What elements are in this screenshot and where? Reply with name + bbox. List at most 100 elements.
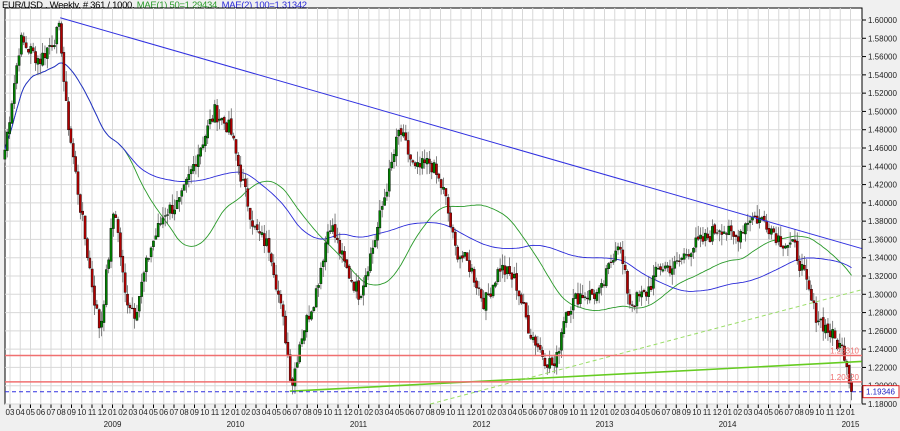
- candle-body: [88, 257, 92, 269]
- candle-body: [201, 144, 205, 149]
- candle-body: [20, 34, 23, 55]
- candle-body: [293, 368, 297, 387]
- candle-body: [83, 215, 87, 240]
- candle-body: [503, 265, 507, 275]
- x-tick-label: 04: [16, 408, 25, 417]
- candle-body: [215, 105, 219, 123]
- y-tick-label: 1.38000: [868, 217, 897, 226]
- candle-body: [220, 117, 224, 121]
- candle-body: [79, 194, 82, 213]
- candle-body: [128, 304, 132, 309]
- candle-body: [50, 45, 54, 48]
- candle-body: [786, 245, 790, 248]
- candle-body: [267, 238, 271, 253]
- candle-body: [501, 264, 504, 271]
- candle-body: [680, 257, 684, 260]
- x-tick-label: 05: [272, 408, 281, 417]
- candle-body: [545, 364, 549, 368]
- x-tick-label: 09: [682, 408, 691, 417]
- candle: [314, 285, 318, 308]
- x-tick-label: 04: [139, 408, 148, 417]
- candle-body: [663, 265, 667, 269]
- y-tick-label: 1.30000: [868, 290, 897, 299]
- x-tick-label: 11: [580, 408, 589, 417]
- candle-body: [234, 139, 238, 154]
- candle-body: [454, 231, 457, 246]
- candle-body: [53, 45, 56, 48]
- candle-body: [711, 226, 714, 242]
- candle-body: [777, 235, 780, 242]
- candle-body: [57, 22, 61, 27]
- x-tick-label: 07: [539, 408, 548, 417]
- candle-body: [3, 149, 7, 160]
- candle-body: [642, 289, 646, 292]
- candle-body: [149, 247, 153, 257]
- candle-body: [229, 118, 233, 135]
- candle-body: [22, 36, 26, 43]
- x-year-label: 2011: [350, 420, 368, 429]
- x-tick-label: 01: [108, 408, 117, 417]
- candle-body: [630, 304, 634, 306]
- price-chart[interactable]: 03 04 05 06 07 08 09 10 11 12 01 02 03 04 05 06 07 08 09 10…: [0, 0, 900, 431]
- x-tick-label: 01: [723, 408, 732, 417]
- candle-body: [227, 119, 231, 133]
- candle-body: [604, 268, 608, 287]
- candle-body: [239, 164, 243, 182]
- y-tick-label: 1.32000: [868, 272, 897, 281]
- candle-body: [659, 266, 662, 270]
- candle-body: [635, 292, 639, 307]
- x-tick-label: 07: [170, 408, 179, 417]
- candle-body: [770, 228, 773, 235]
- candle-body: [114, 214, 118, 218]
- candle-body: [628, 294, 632, 305]
- candle-body: [616, 246, 620, 251]
- candle-body: [159, 223, 162, 225]
- x-tick-label: 10: [77, 408, 86, 417]
- candle-body: [633, 305, 636, 307]
- candle-body: [38, 58, 42, 64]
- candle: [104, 264, 108, 308]
- candle-body: [805, 269, 809, 280]
- candle-body: [821, 317, 825, 332]
- candle-body: [564, 312, 568, 323]
- candle-body: [418, 163, 422, 168]
- x-year-label: 2013: [596, 420, 614, 429]
- candle-body: [583, 296, 587, 298]
- candle-body: [682, 253, 686, 260]
- candle-body: [807, 280, 811, 290]
- x-tick-label: 04: [385, 408, 394, 417]
- candle-body: [602, 284, 606, 286]
- x-tick-label: 02: [364, 408, 373, 417]
- candle-body: [831, 329, 834, 339]
- x-tick-label: 10: [446, 408, 455, 417]
- candle-body: [423, 159, 426, 164]
- candle: [713, 222, 717, 235]
- candle-body: [722, 231, 726, 234]
- candle-body: [123, 272, 127, 293]
- candle-body: [392, 154, 396, 162]
- candle-body: [623, 264, 627, 270]
- x-tick-label: 11: [457, 408, 466, 417]
- candle-body: [104, 269, 108, 305]
- candle-body: [288, 354, 292, 381]
- x-tick-label: 03: [252, 408, 261, 417]
- candle-body: [41, 52, 44, 66]
- candle-body: [678, 260, 681, 262]
- candle-body: [296, 362, 299, 368]
- candle-body: [432, 162, 436, 173]
- candle-body: [140, 281, 143, 297]
- candle-body: [637, 294, 641, 297]
- x-year-label: 2010: [227, 420, 245, 429]
- candle-body: [43, 53, 47, 59]
- candle-body: [737, 236, 740, 242]
- candle-body: [373, 240, 377, 248]
- candle-body: [121, 255, 125, 273]
- candle-body: [90, 268, 94, 288]
- candle-body: [161, 217, 165, 225]
- candle-body: [449, 212, 452, 227]
- plot-area: [4, 7, 863, 405]
- candle-body: [788, 242, 792, 245]
- candle-body: [553, 363, 556, 366]
- candle-body: [569, 310, 573, 315]
- x-tick-label: 08: [303, 408, 312, 417]
